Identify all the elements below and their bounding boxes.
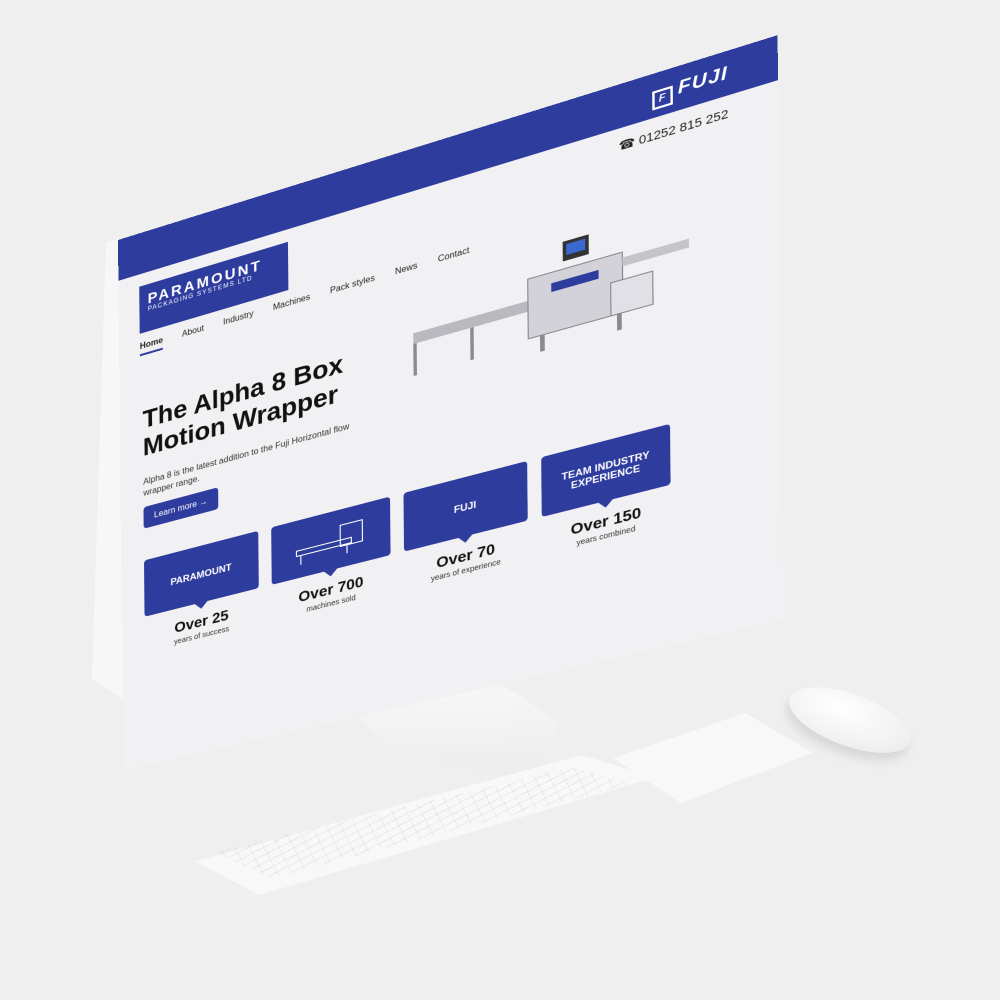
- nav-industry[interactable]: Industry: [223, 309, 254, 332]
- website: F FUJI ☎ 01252 815 252 PARAMOUNT PACKAGIN…: [118, 35, 783, 770]
- stat-card: Over 700 machines sold: [271, 497, 391, 623]
- trackpad: [613, 713, 813, 803]
- nav-about[interactable]: About: [182, 323, 204, 344]
- phone-icon: ☎: [619, 136, 636, 154]
- stat-card: PARAMOUNT Over 25 years of success: [144, 531, 259, 654]
- nav-home[interactable]: Home: [140, 335, 163, 356]
- machine-outline-icon: [292, 511, 369, 571]
- nav-pack-styles[interactable]: Pack styles: [330, 273, 375, 301]
- fuji-logo[interactable]: F FUJI: [652, 62, 728, 111]
- machine-image: [401, 192, 695, 395]
- stat-card: TEAM INDUSTRY EXPERIENCE Over 150 years …: [541, 424, 671, 556]
- stats-row: PARAMOUNT Over 25 years of success Over …: [144, 401, 760, 654]
- screen: F FUJI ☎ 01252 815 252 PARAMOUNT PACKAGIN…: [100, 140, 750, 680]
- keyboard-keys: [210, 765, 640, 883]
- nav-machines[interactable]: Machines: [273, 292, 310, 318]
- learn-more-label: Learn more: [154, 499, 197, 520]
- fuji-logo-text: FUJI: [678, 62, 728, 99]
- arrow-right-icon: →: [199, 496, 208, 508]
- stat-card: FUJI Over 70 years of experience: [403, 461, 528, 590]
- fuji-mark-icon: F: [652, 85, 673, 110]
